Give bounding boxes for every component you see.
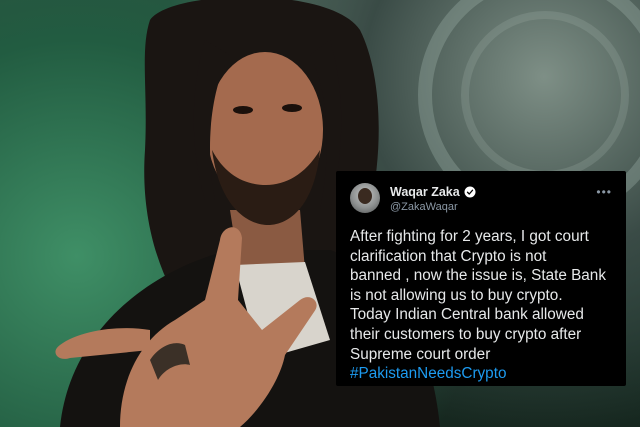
- tweet-text: After fighting for 2 years, I got court …: [350, 227, 612, 384]
- tweet-line: banned , now the issue is, State Bank: [350, 267, 606, 285]
- tweet-header: Waqar Zaka @ZakaWaqar •••: [350, 181, 612, 217]
- handle[interactable]: @ZakaWaqar: [390, 201, 458, 213]
- display-name[interactable]: Waqar Zaka: [390, 185, 460, 199]
- tweet-card[interactable]: Waqar Zaka @ZakaWaqar ••• After fighting…: [336, 171, 626, 386]
- tweet-line: After fighting for 2 years, I got court: [350, 228, 589, 245]
- tweet-line: clarification that Crypto is not: [350, 247, 547, 265]
- avatar[interactable]: [350, 183, 380, 213]
- tweet-line: Today Indian Central bank allowed: [350, 306, 584, 324]
- ellipsis-icon[interactable]: •••: [596, 185, 612, 199]
- name-row: Waqar Zaka: [390, 185, 476, 199]
- tweet-line: their customers to buy crypto after: [350, 325, 582, 343]
- verified-badge-icon: [464, 186, 476, 198]
- hashtag-link[interactable]: #PakistanNeedsCrypto: [350, 364, 612, 384]
- tweet-line: is not allowing us to buy crypto.: [350, 286, 563, 304]
- tweet-line: Supreme court order: [350, 345, 491, 363]
